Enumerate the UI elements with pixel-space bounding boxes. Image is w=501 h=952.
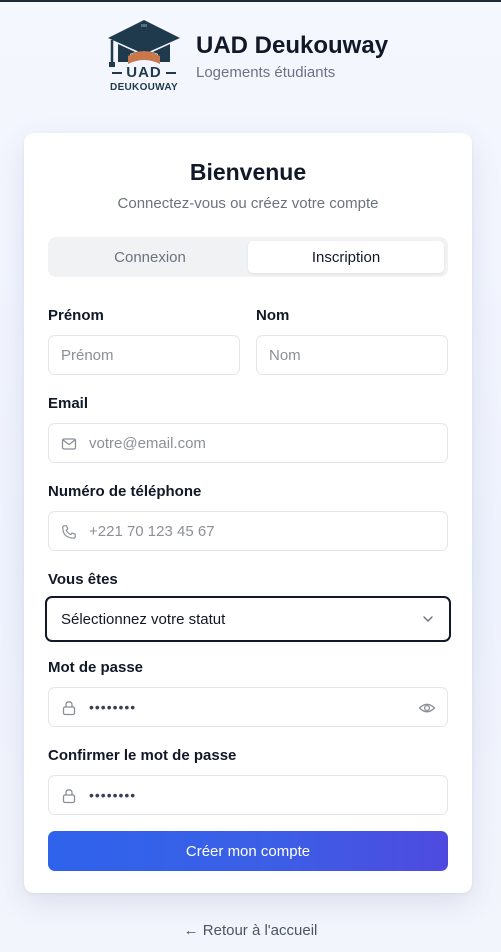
uad-logo: UAD DEUKOUWAY bbox=[104, 18, 184, 94]
eye-icon[interactable] bbox=[418, 699, 436, 717]
confirm-password-field[interactable]: •••••••• bbox=[48, 775, 448, 815]
auth-tabs: Connexion Inscription bbox=[48, 237, 448, 277]
back-home-link[interactable]: ← Retour à l'accueil bbox=[0, 922, 501, 939]
lock-icon bbox=[62, 701, 76, 716]
logo-text-uad: UAD bbox=[126, 64, 162, 81]
phone-icon bbox=[62, 525, 76, 539]
email-label: Email bbox=[48, 395, 89, 412]
app-tagline: Logements étudiants bbox=[196, 64, 336, 81]
card-title: Bienvenue bbox=[189, 159, 307, 185]
status-selected-value: Sélectionnez votre statut bbox=[61, 610, 226, 628]
lock-icon bbox=[62, 789, 76, 804]
confirm-password-label: Confirmer le mot de passe bbox=[48, 747, 237, 764]
first-name-placeholder: Prénom bbox=[61, 346, 114, 364]
brand-header: UAD DEUKOUWAY UAD Deukouway Logements ét… bbox=[104, 18, 388, 94]
first-name-field[interactable]: Prénom bbox=[48, 335, 240, 375]
chevron-down-icon bbox=[423, 616, 433, 622]
tab-inscription[interactable]: Inscription bbox=[248, 241, 444, 273]
auth-card: Bienvenue Connectez-vous ou créez votre … bbox=[24, 133, 472, 893]
create-account-button[interactable]: Créer mon compte bbox=[48, 831, 448, 871]
status-label: Vous êtes bbox=[48, 571, 118, 588]
phone-label: Numéro de téléphone bbox=[48, 483, 202, 500]
first-name-label: Prénom bbox=[48, 307, 104, 324]
phone-field[interactable]: +221 70 123 45 67 bbox=[48, 511, 448, 551]
password-label: Mot de passe bbox=[48, 659, 144, 676]
last-name-field[interactable]: Nom bbox=[256, 335, 448, 375]
status-select[interactable]: Sélectionnez votre statut bbox=[45, 596, 451, 642]
app-name: UAD Deukouway bbox=[196, 32, 389, 59]
tab-connexion[interactable]: Connexion bbox=[52, 241, 248, 273]
last-name-label: Nom bbox=[256, 307, 290, 324]
mail-icon bbox=[61, 438, 77, 450]
logo-text-deukouway: DEUKOUWAY bbox=[110, 82, 178, 93]
card-subtitle: Connectez-vous ou créez votre compte bbox=[117, 195, 379, 212]
password-field[interactable]: •••••••• bbox=[48, 687, 448, 727]
email-field[interactable]: votre@email.com bbox=[48, 423, 448, 463]
last-name-placeholder: Nom bbox=[269, 346, 301, 364]
